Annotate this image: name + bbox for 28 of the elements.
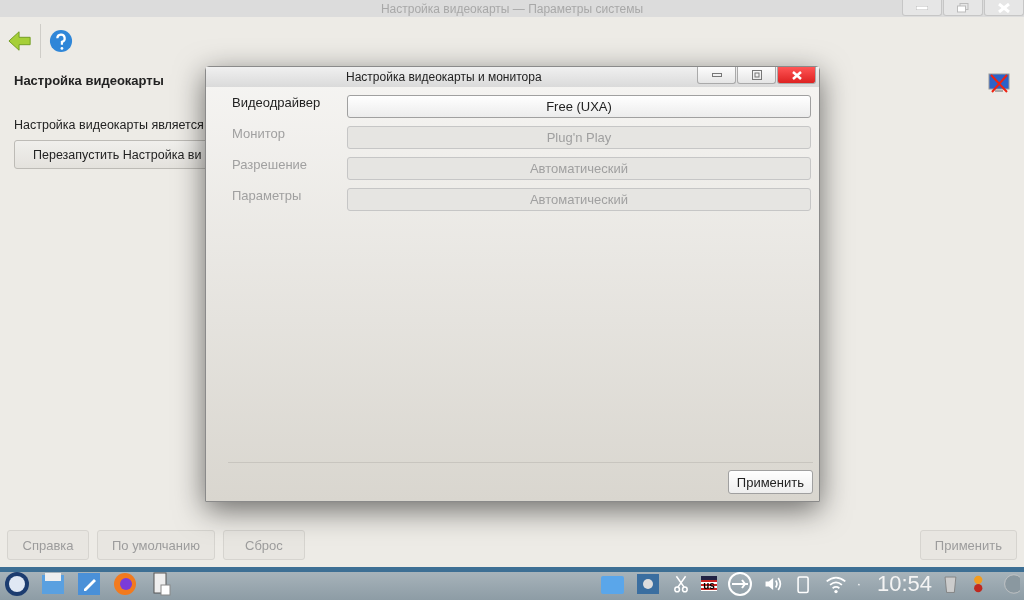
- minimize-icon: [916, 5, 928, 10]
- text-editor-icon[interactable]: [76, 570, 102, 597]
- apply-button[interactable]: Применить: [727, 470, 813, 494]
- file-manager-icon[interactable]: [40, 570, 66, 597]
- minimize-icon: [711, 73, 722, 77]
- row-label: Параметры: [232, 188, 302, 205]
- monitor-x-icon: [988, 73, 1010, 95]
- start-menu-icon[interactable]: [4, 570, 30, 597]
- browser-icon[interactable]: [112, 570, 138, 597]
- maximize-icon: [751, 70, 762, 80]
- help-icon[interactable]: [49, 29, 73, 53]
- keyboard-layout-indicator[interactable]: us: [701, 576, 717, 591]
- row-label: Видеодрайвер: [232, 95, 321, 112]
- minimize-button[interactable]: [697, 67, 736, 84]
- clock[interactable]: 10:54: [876, 570, 932, 597]
- row-label: Разрешение: [232, 157, 308, 174]
- close-button[interactable]: [777, 67, 816, 84]
- maximize-button[interactable]: [737, 67, 776, 84]
- page-heading: Настройка видеокарты: [14, 73, 164, 88]
- usb-icon[interactable]: [726, 570, 753, 597]
- row-label: Монитор: [232, 126, 285, 143]
- option-button[interactable]: Free (UXA): [347, 95, 811, 118]
- dialog-title: Настройка видеокарты и монитора: [346, 70, 542, 84]
- close-icon: [998, 2, 1010, 13]
- back-arrow-icon[interactable]: [8, 29, 32, 53]
- description-text: Настройка видеокарты является: [14, 118, 204, 132]
- restore-icon: [957, 2, 969, 13]
- close-icon: [791, 70, 802, 80]
